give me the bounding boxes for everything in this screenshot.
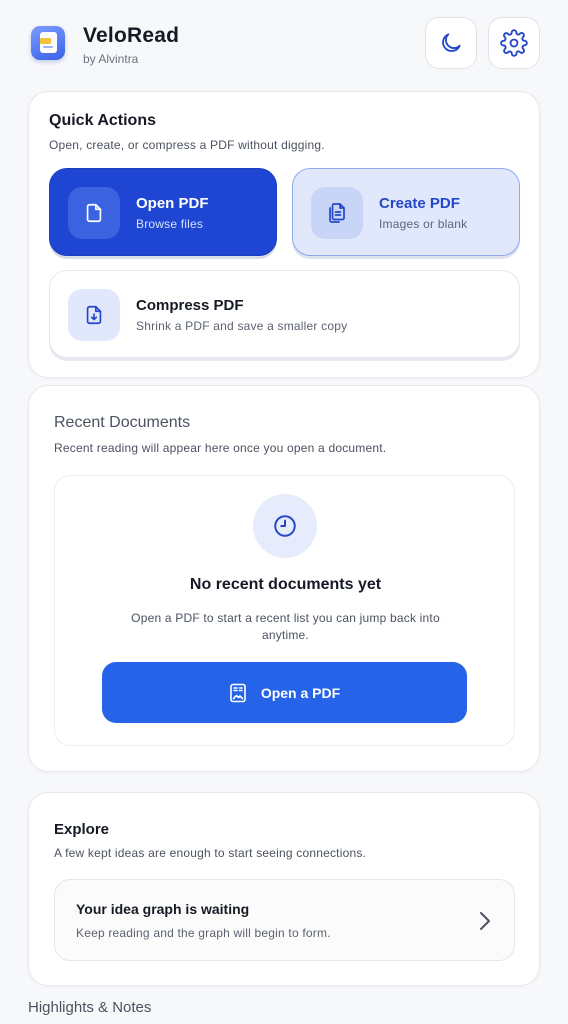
idea-graph-title: Your idea graph is waiting bbox=[76, 901, 250, 917]
create-pdf-subtitle: Images or blank bbox=[379, 217, 468, 231]
dark-mode-button[interactable] bbox=[425, 17, 477, 69]
gear-icon bbox=[500, 29, 528, 57]
recent-documents-description: Recent reading will appear here once you… bbox=[54, 441, 387, 455]
create-pdf-button[interactable]: Create PDF Images or blank bbox=[292, 168, 520, 256]
recent-documents-card: Recent Documents Recent reading will app… bbox=[28, 385, 540, 772]
open-pdf-button[interactable]: Open PDF Browse files bbox=[49, 168, 277, 256]
empty-state-title: No recent documents yet bbox=[189, 576, 382, 593]
explore-title: Explore bbox=[54, 821, 110, 838]
moon-icon bbox=[442, 33, 461, 52]
compress-pdf-button[interactable]: Compress PDF Shrink a PDF and save a sma… bbox=[49, 270, 520, 358]
compress-pdf-title: Compress PDF bbox=[136, 297, 244, 314]
chevron-right-icon bbox=[480, 912, 490, 930]
explore-card: Explore A few kept ideas are enough to s… bbox=[28, 792, 540, 986]
empty-state-badge bbox=[253, 494, 317, 558]
empty-state-text: Open a PDF to start a recent list you ca… bbox=[131, 611, 440, 642]
copy-files-icon bbox=[329, 203, 345, 223]
app-byline: by Alvintra bbox=[83, 52, 139, 66]
open-a-pdf-button[interactable]: Open a PDF bbox=[102, 662, 467, 723]
file-download-icon bbox=[86, 305, 102, 325]
settings-button[interactable] bbox=[488, 17, 540, 69]
quick-actions-title: Quick Actions bbox=[49, 112, 156, 129]
file-icon bbox=[86, 203, 102, 223]
tile-icon-box bbox=[68, 289, 120, 341]
app-logo-icon bbox=[31, 26, 65, 60]
compress-pdf-subtitle: Shrink a PDF and save a smaller copy bbox=[136, 319, 348, 333]
tile-icon-box bbox=[68, 187, 120, 239]
open-pdf-subtitle: Browse files bbox=[136, 217, 204, 231]
empty-state: No recent documents yet Open a PDF to st… bbox=[54, 475, 515, 746]
highlights-notes-heading: Highlights & Notes bbox=[28, 999, 152, 1016]
app-header: VeloRead by Alvintra bbox=[0, 0, 568, 90]
idea-graph-row[interactable]: Your idea graph is waiting Keep reading … bbox=[54, 879, 515, 961]
create-pdf-title: Create PDF bbox=[379, 195, 460, 212]
idea-graph-subtitle: Keep reading and the graph will begin to… bbox=[76, 926, 331, 940]
quick-actions-card: Quick Actions Open, create, or compress … bbox=[28, 91, 540, 378]
recent-documents-title: Recent Documents bbox=[54, 414, 191, 431]
document-image-icon bbox=[230, 683, 246, 702]
tile-icon-box bbox=[311, 187, 363, 239]
open-pdf-title: Open PDF bbox=[136, 195, 209, 212]
quick-actions-description: Open, create, or compress a PDF without … bbox=[49, 138, 325, 152]
clock-icon bbox=[274, 515, 296, 537]
open-a-pdf-label: Open a PDF bbox=[260, 684, 341, 701]
explore-description: A few kept ideas are enough to start see… bbox=[54, 846, 367, 860]
app-title: VeloRead bbox=[83, 24, 180, 47]
